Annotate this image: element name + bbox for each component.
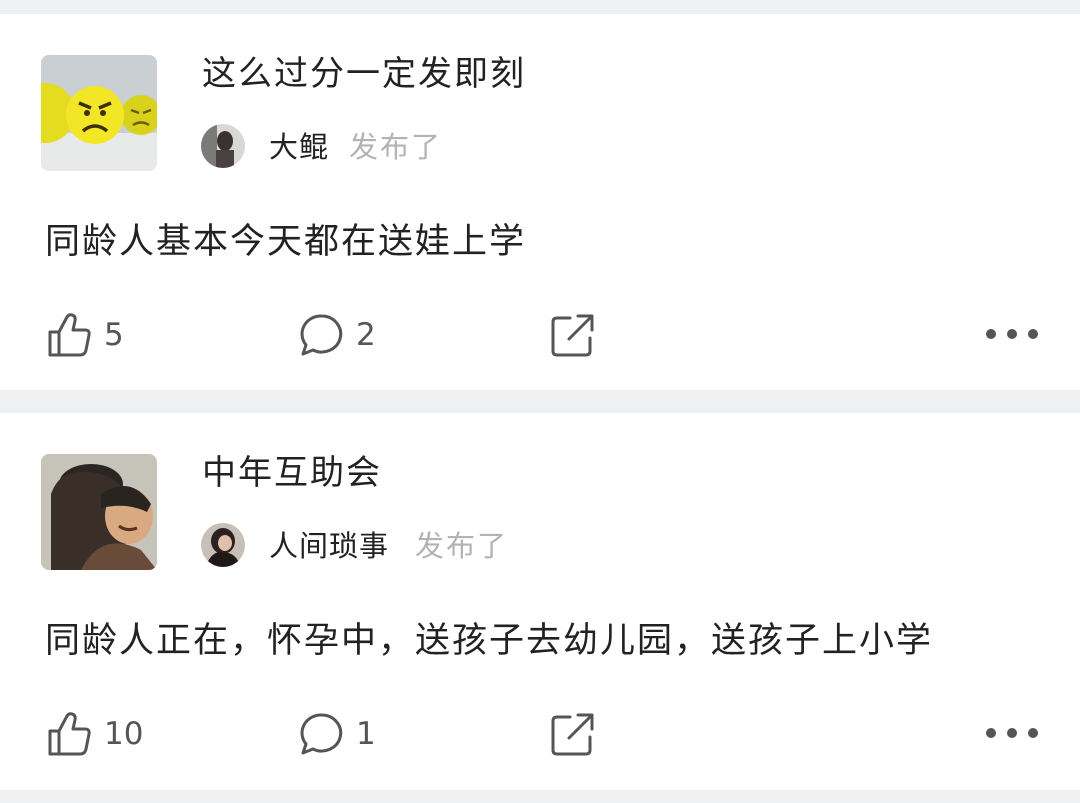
like-button[interactable]: 5 [46,311,124,359]
group-name[interactable]: 这么过分一定发即刻 [202,51,526,97]
more-dots-icon[interactable] [986,726,1038,740]
share-icon [551,314,594,357]
comment-button[interactable]: 1 [298,710,376,758]
comment-count: 1 [356,716,376,752]
dot [986,728,996,738]
thumbs-up-icon [48,313,91,357]
share-icon [551,713,594,756]
like-count: 5 [104,317,124,353]
user-avatar-image [201,523,245,567]
post-content[interactable]: 同龄人正在，怀孕中，送孩子去幼儿园，送孩子上小学 [45,617,933,665]
user-avatar-image [201,124,245,168]
dot [1028,728,1038,738]
group-avatar[interactable] [41,454,157,570]
publish-label: 发布了 [415,529,509,563]
comment-bubble-icon [300,713,343,755]
user-avatar[interactable] [201,523,245,567]
post-card[interactable]: 中年互助会 人间琐事 发布了 同龄人正在，怀孕中，送孩子去幼儿园，送孩子上小学 … [0,413,1080,790]
comment-count: 2 [356,317,376,353]
angry-emoji-image [41,55,157,171]
thumbs-up-icon [48,712,91,756]
user-avatar[interactable] [201,124,245,168]
user-name[interactable]: 人间琐事 [269,526,389,566]
dot [1007,329,1017,339]
publish-label: 发布了 [349,130,443,164]
dot [1028,329,1038,339]
group-name[interactable]: 中年互助会 [202,450,382,496]
dot [986,329,996,339]
share-button[interactable] [550,710,596,758]
more-dots-icon[interactable] [986,327,1038,341]
comment-button[interactable]: 2 [298,311,376,359]
comment-bubble-icon [300,314,343,356]
like-button[interactable]: 10 [46,710,143,758]
post-content[interactable]: 同龄人基本今天都在送娃上学 [45,218,526,266]
hug-illustration-image [41,454,157,570]
user-name[interactable]: 大鲲 [269,127,329,167]
dot [1007,728,1017,738]
group-avatar[interactable] [41,55,157,171]
share-button[interactable] [550,311,596,359]
post-card[interactable]: 这么过分一定发即刻 大鲲 发布了 同龄人基本今天都在送娃上学 5 2 [0,14,1080,390]
like-count: 10 [104,716,144,752]
